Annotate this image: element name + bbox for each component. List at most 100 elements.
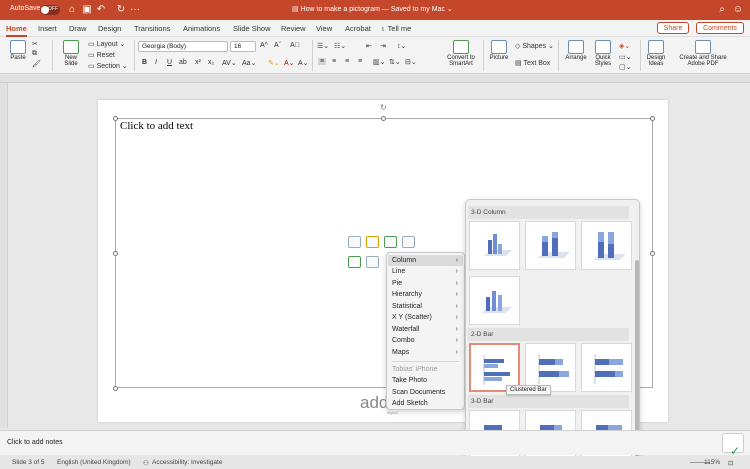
tab-home[interactable]: Home <box>6 24 27 37</box>
tab-transitions[interactable]: Transitions <box>134 24 170 33</box>
tab-view[interactable]: View <box>316 24 332 33</box>
resize-handle[interactable] <box>113 116 118 121</box>
shrink-font-icon[interactable]: Aˇ <box>274 42 281 49</box>
menu-item-add-sketch[interactable]: Add Sketch <box>388 398 463 409</box>
comments-button[interactable]: Comments <box>696 22 744 34</box>
redo-icon[interactable]: ↻ <box>115 4 127 16</box>
placeholder-text[interactable]: Click to add text <box>120 120 193 132</box>
menu-item-scan-documents[interactable]: Scan Documents <box>388 387 463 398</box>
3d-model-icon[interactable] <box>402 236 415 248</box>
shape-outline-icon[interactable]: ▭⌄ <box>619 53 631 61</box>
tab-animations[interactable]: Animations <box>183 24 220 33</box>
resize-handle[interactable] <box>113 251 118 256</box>
picture-button[interactable]: Picture <box>486 40 512 61</box>
grow-font-icon[interactable]: A^ <box>260 42 268 49</box>
tell-me[interactable]: ♁ Tell me <box>380 24 411 33</box>
align-right-icon[interactable]: ≡ <box>345 58 349 65</box>
tab-design[interactable]: Design <box>98 24 121 33</box>
change-case-icon[interactable]: Aa⌄ <box>242 59 256 67</box>
zoom-level[interactable]: 115% <box>704 459 720 466</box>
search-icon[interactable]: ⌕ <box>716 4 728 16</box>
italic-icon[interactable]: I <box>155 59 157 66</box>
align-text-icon[interactable]: ⊟⌄ <box>405 58 417 66</box>
line-spacing-icon[interactable]: ↕⌄ <box>397 42 406 50</box>
menu-item-statistical[interactable]: Statistical › <box>388 301 463 312</box>
resize-handle[interactable] <box>650 116 655 121</box>
language-status[interactable]: English (United Kingdom) <box>57 459 131 466</box>
reset-button[interactable]: ▭ Reset <box>88 51 115 59</box>
layout-button[interactable]: ▭ Layout ⌄ <box>88 40 125 48</box>
rotate-handle-icon[interactable]: ↻ <box>380 103 387 112</box>
shapes-button[interactable]: ◇ Shapes ⌄ <box>515 42 554 50</box>
format-painter-icon[interactable]: 🖌 <box>32 60 41 68</box>
resize-handle[interactable] <box>381 116 386 121</box>
underline-icon[interactable]: U <box>167 59 172 66</box>
tab-review[interactable]: Review <box>281 24 306 33</box>
font-name-select[interactable]: Georgia (Body) <box>138 41 228 52</box>
menu-item-column[interactable]: Column › <box>388 255 463 266</box>
columns-icon[interactable]: ▥⌄ <box>373 58 385 66</box>
more-icon[interactable]: ··· <box>129 4 141 16</box>
icons-insert-icon[interactable] <box>366 256 379 268</box>
shape-fill-icon[interactable]: ◈⌄ <box>619 42 630 50</box>
bold-icon[interactable]: B <box>142 59 147 66</box>
font-color-icon[interactable]: A⌄ <box>284 59 295 67</box>
menu-item-line[interactable]: Line › <box>388 266 463 277</box>
paste-button[interactable]: Paste <box>6 40 30 61</box>
clear-format-icon[interactable]: A⃠ <box>290 42 300 49</box>
chart-option-3d-clustered-column[interactable] <box>469 221 520 270</box>
text-box-button[interactable]: ▤ Text Box <box>515 59 550 67</box>
highlight-icon[interactable]: ✎⌄ <box>268 59 280 67</box>
notes-pane[interactable]: Click to add notes ✓ <box>0 430 750 458</box>
gallery-scrollbar[interactable] <box>635 220 639 460</box>
create-share-pdf-button[interactable]: Create and Share Adobe PDF <box>675 40 731 67</box>
accessibility-status[interactable]: Accessibility: Investigate <box>152 459 222 466</box>
justify-icon[interactable]: ≡ <box>358 58 362 65</box>
chart-option-100-stacked-bar[interactable] <box>581 343 632 392</box>
checkmark-button[interactable]: ✓ <box>722 433 744 458</box>
tab-draw[interactable]: Draw <box>69 24 87 33</box>
table-icon[interactable] <box>348 236 361 248</box>
tab-insert[interactable]: Insert <box>38 24 57 33</box>
char-spacing-icon[interactable]: AV⌄ <box>222 59 237 67</box>
copy-icon[interactable]: ⧉ <box>32 50 37 58</box>
section-button[interactable]: ▭ Section ⌄ <box>88 62 128 70</box>
chart-option-3d-column[interactable] <box>469 276 520 325</box>
shape-effects-icon[interactable]: ▢⌄ <box>619 63 631 71</box>
chart-icon[interactable] <box>366 236 379 248</box>
font-size-select[interactable]: 16 <box>230 41 256 52</box>
chart-option-3d-100-stacked-column[interactable] <box>581 221 632 270</box>
menu-item-waterfall[interactable]: Waterfall › <box>388 324 463 335</box>
undo-icon[interactable]: ↶ <box>95 4 107 16</box>
picture-insert-icon[interactable] <box>348 256 361 268</box>
resize-handle[interactable] <box>113 386 118 391</box>
design-ideas-button[interactable]: Design Ideas <box>643 40 669 67</box>
cut-icon[interactable]: ✂ <box>32 40 38 48</box>
chart-option-3d-stacked-column[interactable] <box>525 221 576 270</box>
notes-placeholder[interactable]: Click to add notes <box>7 439 63 446</box>
fit-slide-icon[interactable]: ⊡ <box>728 459 733 467</box>
resize-handle[interactable] <box>650 251 655 256</box>
tab-acrobat[interactable]: Acrobat <box>345 24 371 33</box>
superscript-icon[interactable]: x² <box>195 59 201 66</box>
subscript-icon[interactable]: x₂ <box>208 59 214 66</box>
share-button[interactable]: Share <box>657 22 689 34</box>
profile-icon[interactable]: ☺ <box>732 4 744 16</box>
smartart-insert-icon[interactable] <box>384 236 397 248</box>
align-left-icon[interactable]: ≡ <box>318 58 327 65</box>
text-direction-icon[interactable]: ⇅⌄ <box>389 58 401 66</box>
increase-indent-icon[interactable]: ⇥ <box>380 42 386 50</box>
numbering-icon[interactable]: ☷⌄ <box>334 42 346 50</box>
menu-item-combo[interactable]: Combo › <box>388 335 463 346</box>
align-center-icon[interactable]: ≡ <box>332 58 336 65</box>
convert-smartart-button[interactable]: Convert to SmartArt <box>442 40 480 67</box>
menu-item-scatter[interactable]: X Y (Scatter) › <box>388 312 463 323</box>
menu-item-take-photo[interactable]: Take Photo <box>388 375 463 386</box>
menu-item-maps[interactable]: Maps › <box>388 347 463 358</box>
home-icon[interactable]: ⌂ <box>66 4 78 16</box>
quick-styles-button[interactable]: Quick Styles <box>591 40 615 67</box>
menu-item-pie[interactable]: Pie › <box>388 278 463 289</box>
menu-item-hierarchy[interactable]: Hierarchy › <box>388 289 463 300</box>
strikethrough-icon[interactable]: ab <box>179 59 187 66</box>
tab-slide-show[interactable]: Slide Show <box>233 24 271 33</box>
